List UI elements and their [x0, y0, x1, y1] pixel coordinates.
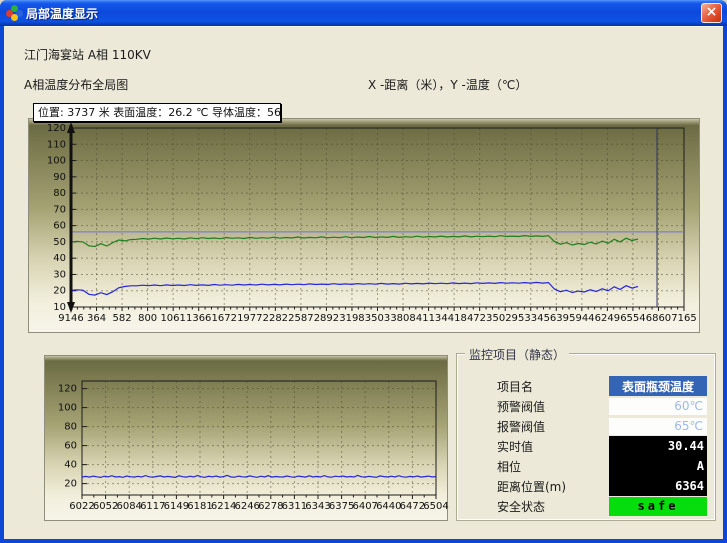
- zoom-temperature-chart[interactable]: 2040608010012060226052608461176149618162…: [44, 355, 448, 521]
- svg-text:6407: 6407: [352, 501, 377, 512]
- svg-text:6214: 6214: [211, 501, 236, 512]
- svg-text:120: 120: [47, 123, 66, 134]
- monitor-groupbox: 监控项目（静态） 项目名表面瓶颈温度预警阀值60℃报警阀值65℃实时值30.44…: [456, 353, 716, 521]
- svg-text:5029: 5029: [492, 313, 517, 324]
- monitor-row-label: 距离位置(m): [497, 478, 566, 495]
- svg-text:40: 40: [53, 253, 66, 264]
- svg-text:6375: 6375: [329, 501, 354, 512]
- monitor-row-value: 65℃: [609, 418, 707, 435]
- svg-text:3503: 3503: [365, 313, 390, 324]
- monitor-row: 安全状态 safe: [457, 496, 715, 516]
- client-area: 江门海宴站 A相 110KV A相温度分布全局图 X -距离（米），Y -温度（…: [4, 26, 723, 539]
- svg-text:70: 70: [53, 204, 66, 215]
- monitor-groupbox-title: 监控项目（静态）: [465, 346, 569, 363]
- svg-text:80: 80: [53, 188, 66, 199]
- svg-text:4723: 4723: [467, 313, 492, 324]
- monitor-row: 实时值 30.44: [457, 436, 715, 456]
- svg-text:6472: 6472: [400, 501, 425, 512]
- chart-title: A相温度分布全局图: [24, 76, 128, 93]
- svg-text:110: 110: [47, 139, 66, 150]
- svg-text:40: 40: [64, 460, 77, 471]
- svg-text:6149: 6149: [164, 501, 189, 512]
- svg-text:90: 90: [53, 172, 66, 183]
- svg-text:1672: 1672: [212, 313, 237, 324]
- svg-text:100: 100: [58, 403, 77, 414]
- svg-text:6022: 6022: [69, 501, 94, 512]
- svg-text:1977: 1977: [237, 313, 262, 324]
- svg-text:800: 800: [138, 313, 157, 324]
- monitor-row-value: 6364: [609, 476, 707, 496]
- svg-text:100: 100: [47, 156, 66, 167]
- svg-text:50: 50: [53, 237, 66, 248]
- monitor-row-value: 30.44: [609, 436, 707, 456]
- svg-text:6084: 6084: [116, 501, 141, 512]
- monitor-row-label: 项目名: [497, 378, 533, 395]
- window-title: 局部温度显示: [26, 5, 98, 22]
- close-button[interactable]: ×: [701, 3, 722, 23]
- station-label: 江门海宴站 A相 110KV: [24, 46, 151, 63]
- svg-text:1366: 1366: [186, 313, 211, 324]
- monitor-row-value: safe: [609, 497, 707, 516]
- monitor-row-label: 安全状态: [497, 498, 545, 515]
- monitor-row-value: 60℃: [609, 398, 707, 415]
- svg-text:6278: 6278: [258, 501, 283, 512]
- svg-text:4113: 4113: [416, 313, 441, 324]
- monitor-row-label: 相位: [497, 458, 521, 475]
- svg-text:10: 10: [53, 302, 66, 313]
- monitor-row: 预警阀值 60℃: [457, 396, 715, 416]
- svg-text:5639: 5639: [544, 313, 569, 324]
- svg-text:6052: 6052: [93, 501, 118, 512]
- svg-text:60: 60: [64, 441, 77, 452]
- svg-text:6504: 6504: [423, 501, 448, 512]
- main-chart-svg[interactable]: 10 20 30 40 50 60 70 80 90 100 110 120 9146 364 582 800…: [29, 119, 701, 334]
- svg-text:7165: 7165: [671, 313, 696, 324]
- monitor-rows: 项目名表面瓶颈温度预警阀值60℃报警阀值65℃实时值30.44相位A距离位置(m…: [457, 376, 715, 516]
- svg-text:20: 20: [53, 286, 66, 297]
- monitor-row-value: A: [609, 456, 707, 476]
- monitor-row: 项目名 表面瓶颈温度: [457, 376, 715, 396]
- zoom-chart-svg[interactable]: 2040608010012060226052608461176149618162…: [45, 356, 449, 522]
- svg-text:6249: 6249: [595, 313, 620, 324]
- svg-text:5334: 5334: [518, 313, 543, 324]
- axis-legend: X -距离（米），Y -温度（℃）: [368, 76, 527, 93]
- svg-text:6117: 6117: [140, 501, 165, 512]
- monitor-row: 相位 A: [457, 456, 715, 476]
- svg-text:30: 30: [53, 269, 66, 280]
- svg-text:6440: 6440: [376, 501, 401, 512]
- monitor-row: 距离位置(m) 6364: [457, 476, 715, 496]
- monitor-row-label: 实时值: [497, 438, 533, 455]
- svg-text:4418: 4418: [441, 313, 466, 324]
- svg-text:2892: 2892: [314, 313, 339, 324]
- position-readout: 位置: 3737 米 表面温度：26.2 ℃ 导体温度：56.2 ℃: [33, 103, 281, 122]
- svg-text:60: 60: [53, 221, 66, 232]
- svg-text:6860: 6860: [646, 313, 671, 324]
- svg-text:3198: 3198: [339, 313, 364, 324]
- monitor-row-label: 报警阀值: [497, 418, 545, 435]
- svg-text:9146: 9146: [58, 313, 83, 324]
- monitor-row-label: 预警阀值: [497, 398, 545, 415]
- svg-text:6246: 6246: [234, 501, 259, 512]
- monitor-row: 报警阀值 65℃: [457, 416, 715, 436]
- svg-text:582: 582: [113, 313, 132, 324]
- svg-text:1061: 1061: [160, 313, 185, 324]
- monitor-row-value: 表面瓶颈温度: [609, 376, 707, 396]
- svg-text:6311: 6311: [282, 501, 307, 512]
- svg-text:6554: 6554: [620, 313, 645, 324]
- app-window: 局部温度显示 × 江门海宴站 A相 110KV A相温度分布全局图 X -距离（…: [0, 0, 727, 543]
- svg-text:5944: 5944: [569, 313, 594, 324]
- svg-text:2587: 2587: [288, 313, 313, 324]
- title-bar[interactable]: 局部温度显示 ×: [0, 0, 727, 26]
- app-icon: [6, 5, 22, 21]
- svg-text:364: 364: [87, 313, 106, 324]
- svg-text:80: 80: [64, 422, 77, 433]
- svg-text:2282: 2282: [263, 313, 288, 324]
- main-temperature-chart[interactable]: 10 20 30 40 50 60 70 80 90 100 110 120 9146 364 582 800…: [28, 118, 700, 333]
- svg-text:120: 120: [58, 384, 77, 395]
- svg-text:3808: 3808: [390, 313, 415, 324]
- svg-text:6181: 6181: [187, 501, 212, 512]
- svg-text:6343: 6343: [305, 501, 330, 512]
- svg-text:20: 20: [64, 479, 77, 490]
